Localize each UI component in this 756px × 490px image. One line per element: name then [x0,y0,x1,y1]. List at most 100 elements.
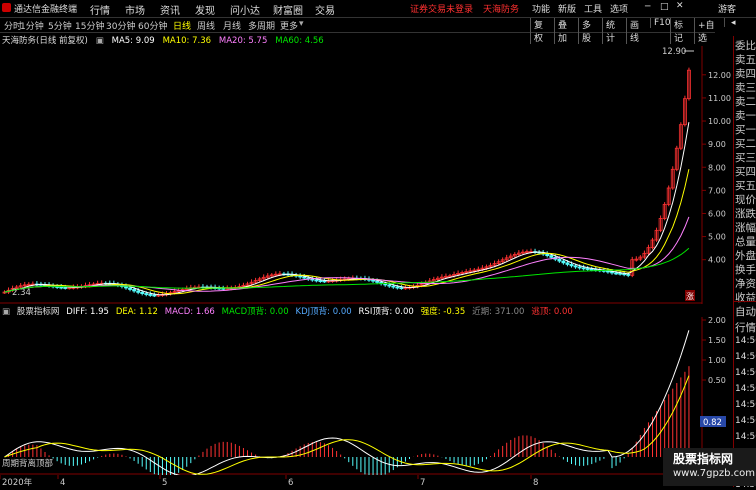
menu-newversion[interactable]: 新版 [558,2,576,15]
price-tick: 12.00 [708,71,731,80]
period-tab[interactable]: 30分钟 [106,19,135,32]
toolbar-overlay[interactable]: 叠加 [554,18,567,44]
period-tab-more[interactable]: 更多 [280,19,298,32]
date-tick: 4 [60,478,65,487]
date-tick: 2020年 [2,477,33,487]
period-tab[interactable]: 月线 [223,19,241,32]
price-tick: 4.00 [708,256,726,265]
side-panel-label: 14:50 [735,368,756,378]
side-panel-label: 卖三 [735,82,756,94]
date-axis: 2020年 4 5 6 7 8 [0,475,538,487]
kdj-top-label: KDJ顶背: 0.00 [295,307,352,317]
side-panel-label: 换手 [735,264,756,276]
watermark: 股票指标网 www.7gpzb.com [663,448,756,486]
app-brand: 通达信金融终端 [14,5,78,15]
period-tab[interactable]: 多周期 [248,19,275,32]
candle-body [549,255,554,258]
guest-label[interactable]: 游客 [718,2,736,15]
ma20-label: MA20: 5.75 [218,36,268,46]
diff-line [4,330,690,475]
menu-quotes[interactable]: 行情 [90,2,110,17]
minimize-icon[interactable]: ─ [645,2,650,12]
maximize-icon[interactable]: □ [660,2,669,12]
period-tab-active[interactable]: 日线 [173,19,191,32]
candle-body [618,272,622,275]
menu-ask[interactable]: 问小达 [230,2,260,17]
toolbar-mark[interactable]: 标记 [670,18,683,44]
period-tab[interactable]: 5分钟 [48,19,72,32]
period-tab[interactable]: 60分钟 [138,19,167,32]
side-panel-label: 外盘 [735,250,756,262]
candle-body [59,286,64,289]
toolbar-restore-rights[interactable]: 复权 [530,18,543,44]
side-panel-label: 买三 [735,152,756,164]
toolbar-f10[interactable]: F10 [650,18,671,28]
candle-body [132,289,137,292]
period-tab[interactable]: 1分钟 [20,19,44,32]
chevron-down-icon[interactable]: ▾ [299,19,304,29]
menu-wealth[interactable]: 财富圈 [273,2,303,17]
close-icon[interactable]: ✕ [676,1,684,11]
indicator-tick: 1.00 [708,356,726,365]
side-panel-label: 卖五 [735,54,756,66]
period-tab[interactable]: 周线 [197,19,215,32]
kline-chart[interactable]: 12.0011.0010.009.008.007.006.005.004.00 … [0,46,733,304]
candle-body [322,280,327,283]
candle-body [589,268,594,271]
side-panel-label: 卖二 [735,96,756,108]
ma5-label: MA5: 9.09 [111,36,155,46]
candle-body [573,265,578,268]
indicator-name[interactable]: 股票指标网 [17,307,60,317]
candle-body [561,260,566,264]
stock-name-link[interactable]: 天海防务 [483,2,519,15]
price-tick: 8.00 [708,163,726,172]
stock-title: 天海防务(日线 前复权) [2,36,88,46]
menu-discover[interactable]: 发现 [195,2,215,17]
menu-options[interactable]: 选项 [610,2,628,15]
side-panel-label: 14:50 [735,384,756,394]
candle-body [371,279,375,282]
dea-line [4,375,690,475]
price-tick: 5.00 [708,233,726,242]
app-logo-icon [2,3,11,12]
macd-label: MACD: 1.66 [164,307,215,317]
candle-body [136,290,141,293]
candle-body [569,264,574,267]
macd-top-label: MACD顶背: 0.00 [221,307,289,317]
side-panel-label: 买四 [735,166,756,178]
candle-body [557,258,562,262]
price-tick: 6.00 [708,209,726,218]
candle-body [610,271,614,274]
menu-market[interactable]: 市场 [125,2,145,17]
ma60-label: MA60: 4.56 [275,36,324,46]
indicator-menu-icon[interactable]: ▣ [2,307,10,317]
toolbar-multi-stock[interactable]: 多股 [578,18,591,44]
indicator-tick: 1.50 [708,336,726,345]
candle-body [152,294,157,297]
menu-tools[interactable]: 工具 [584,2,602,15]
date-tick: 5 [162,478,167,487]
menu-trade[interactable]: 交易 [315,2,335,17]
toolbar-add-watchlist[interactable]: +自选 [694,18,715,44]
indicator-tick: 0.50 [708,376,726,385]
candle-body [63,287,68,289]
watermark-url: www.7gpzb.com [673,468,755,479]
strength-label: 强度: -0.35 [420,307,466,317]
period-tab[interactable]: 15分钟 [75,19,104,32]
menu-function[interactable]: 功能 [532,2,550,15]
login-notice[interactable]: 证券交易未登录 [410,2,473,15]
date-tick: 7 [420,478,425,487]
side-panel-label: 14:50 [735,400,756,410]
legend-toggle-icon[interactable]: ▣ [96,36,104,46]
toolbar-statistics[interactable]: 统计 [602,18,615,44]
indicator-chart[interactable]: 2.00 1.50 1.00 0.50 0.82 周期背离顶部 [0,317,733,475]
side-panel-label: 14:50 [735,336,756,346]
menu-news[interactable]: 资讯 [160,2,180,17]
side-panel-label: 净资 [735,278,756,290]
side-panel-label: 14:50 [735,352,756,362]
toolbar-draw-line[interactable]: 画线 [626,18,639,44]
price-tick: 10.00 [708,117,731,126]
candle-body [387,284,392,287]
toolbar-collapse-icon[interactable]: ◂ [728,18,736,28]
candle-body [318,280,323,282]
